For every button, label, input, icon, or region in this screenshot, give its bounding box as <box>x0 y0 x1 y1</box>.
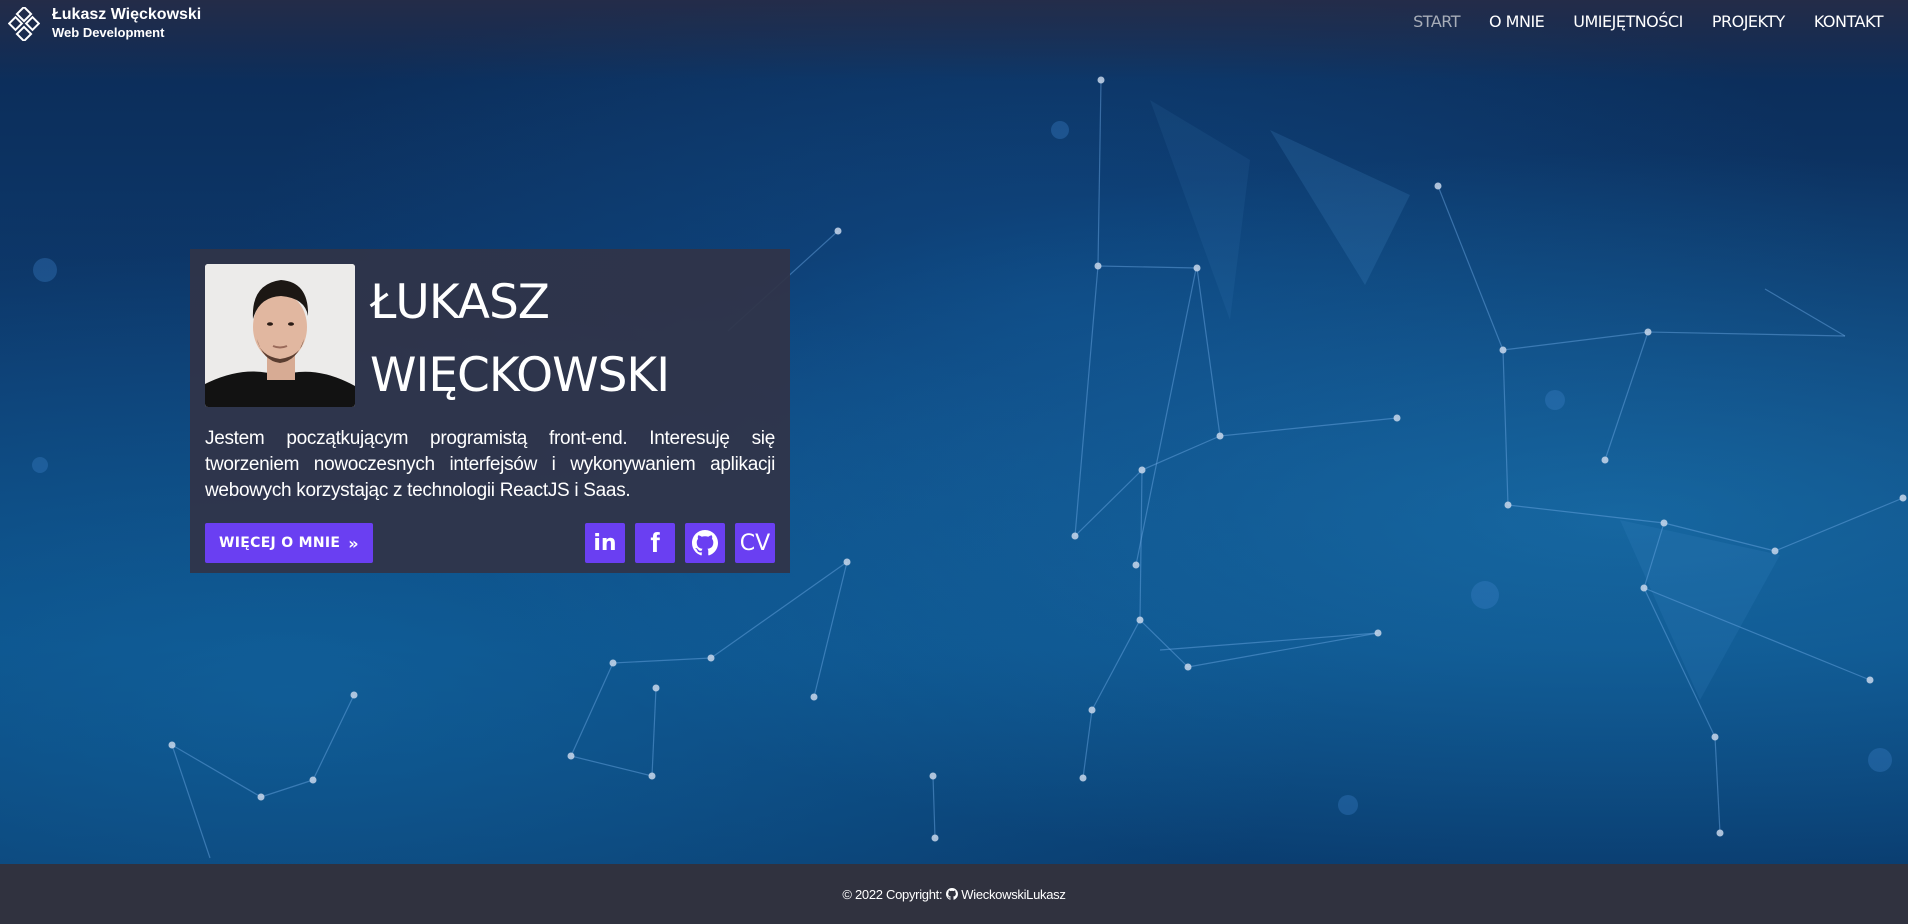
footer-author-link[interactable]: WieckowskiLukasz <box>961 887 1066 902</box>
nav-kontakt[interactable]: KONTAKT <box>1814 12 1884 31</box>
facebook-icon: f <box>650 527 660 558</box>
facebook-button[interactable]: f <box>635 523 675 563</box>
more-about-me-label: WIĘCEJ O MNIE <box>219 535 341 551</box>
linkedin-icon: in <box>593 530 617 556</box>
footer: © 2022 Copyright: WieckowskiLukasz <box>0 864 1908 924</box>
avatar <box>205 264 355 407</box>
double-chevron-right-icon: » <box>348 533 359 553</box>
social-links: in f CV <box>575 523 775 563</box>
hero-name-first: ŁUKASZ <box>370 275 550 330</box>
hero-name-last: WIĘCKOWSKI <box>370 348 670 403</box>
hero-bio: Jestem początkującym programistą front-e… <box>205 428 775 501</box>
nav-projekty[interactable]: PROJEKTY <box>1712 12 1785 31</box>
main-nav: START O MNIE UMIEJĘTNOŚCI PROJEKTY KONTA… <box>1384 12 1883 31</box>
profile-photo <box>205 264 355 407</box>
nav-umiejetnosci[interactable]: UMIEJĘTNOŚCI <box>1573 12 1683 31</box>
brand-subtitle: Web Development <box>52 25 165 40</box>
nav-o-mnie[interactable]: O MNIE <box>1489 12 1545 31</box>
github-button[interactable] <box>685 523 725 563</box>
footer-copyright: © 2022 Copyright: <box>842 886 943 902</box>
cv-button[interactable]: CV <box>735 523 775 563</box>
intro-card: ŁUKASZ WIĘCKOWSKI Jestem początkującym p… <box>190 249 790 573</box>
brand-name: Łukasz Więckowski <box>52 6 202 23</box>
brand-logo-icon <box>8 7 40 41</box>
github-icon <box>946 888 959 900</box>
hero-name: ŁUKASZ WIĘCKOWSKI <box>370 266 670 412</box>
github-icon <box>692 530 718 556</box>
linkedin-button[interactable]: in <box>585 523 625 563</box>
cv-icon: CV <box>739 530 771 556</box>
more-about-me-button[interactable]: WIĘCEJ O MNIE » <box>205 523 373 563</box>
nav-start[interactable]: START <box>1413 12 1460 31</box>
brand-logo-link[interactable]: Łukasz Więckowski Web Development <box>8 6 201 42</box>
